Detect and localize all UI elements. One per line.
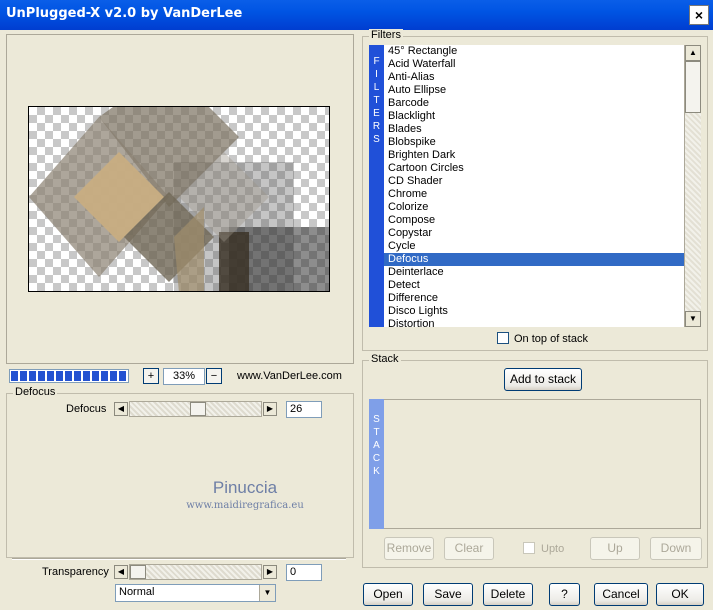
zoom-in-button[interactable]: + — [143, 368, 159, 384]
filter-item[interactable]: Defocus — [384, 253, 684, 266]
vertical-letter: S — [373, 414, 380, 425]
website-link[interactable]: www.VanDerLee.com — [237, 370, 342, 382]
filters-group-label: Filters — [369, 29, 403, 41]
transparency-slider-thumb[interactable] — [130, 565, 146, 579]
remove-button[interactable]: Remove — [384, 537, 434, 560]
filter-item[interactable]: Blades — [384, 123, 684, 136]
transparency-left-arrow[interactable]: ◀ — [114, 565, 128, 579]
filter-item[interactable]: Chrome — [384, 188, 684, 201]
filter-item[interactable]: Auto Ellipse — [384, 84, 684, 97]
vertical-letter: S — [373, 134, 380, 145]
on-top-of-stack-checkbox[interactable] — [497, 332, 509, 344]
upto-label: Upto — [541, 543, 565, 555]
filter-item[interactable]: Barcode — [384, 97, 684, 110]
separator — [12, 558, 346, 560]
scroll-up-arrow[interactable]: ▲ — [685, 45, 701, 61]
stack-list[interactable] — [369, 399, 701, 529]
progress-bar — [9, 369, 129, 383]
window-title: UnPlugged-X v2.0 by VanDerLee — [6, 6, 243, 21]
vertical-letter: A — [373, 440, 380, 451]
vertical-letter: K — [373, 466, 380, 477]
cancel-button[interactable]: Cancel — [594, 583, 648, 606]
defocus-slider-thumb[interactable] — [190, 402, 206, 416]
vertical-letter: R — [372, 121, 381, 132]
parameters-group-label: Defocus — [13, 386, 58, 398]
chevron-down-icon[interactable]: ▼ — [259, 585, 275, 601]
zoom-out-button[interactable]: − — [206, 368, 222, 384]
vertical-letter: T — [373, 427, 380, 438]
on-top-of-stack-label: On top of stack — [514, 333, 588, 345]
defocus-label: Defocus — [66, 403, 107, 415]
watermark-name: Pinuccia — [212, 478, 278, 497]
filter-item[interactable]: Difference — [384, 292, 684, 305]
filter-item[interactable]: Disco Lights — [384, 305, 684, 318]
stack-vertical-label: STACK — [369, 399, 384, 529]
scroll-down-arrow[interactable]: ▼ — [685, 311, 701, 327]
filter-item[interactable]: Distortion — [384, 318, 684, 327]
ok-button[interactable]: OK — [656, 583, 704, 606]
transparency-right-arrow[interactable]: ▶ — [263, 565, 277, 579]
defocus-left-arrow[interactable]: ◀ — [114, 402, 128, 416]
filter-item[interactable]: Brighten Dark — [384, 149, 684, 162]
up-button[interactable]: Up — [590, 537, 640, 560]
delete-button[interactable]: Delete — [483, 583, 533, 606]
filter-item[interactable]: Cartoon Circles — [384, 162, 684, 175]
upto-checkbox[interactable] — [523, 542, 535, 554]
filter-item[interactable]: Detect — [384, 279, 684, 292]
add-to-stack-button[interactable]: Add to stack — [504, 368, 582, 391]
filters-vertical-label: FILTERS — [369, 45, 384, 327]
filter-item[interactable]: Copystar — [384, 227, 684, 240]
save-button[interactable]: Save — [423, 583, 473, 606]
preview-image[interactable] — [28, 106, 330, 292]
title-bar: UnPlugged-X v2.0 by VanDerLee × — [0, 0, 713, 30]
filter-item[interactable]: Deinterlace — [384, 266, 684, 279]
vertical-letter: C — [372, 453, 381, 464]
filter-item[interactable]: Acid Waterfall — [384, 58, 684, 71]
filter-item[interactable]: Anti-Alias — [384, 71, 684, 84]
filters-scrollbar[interactable]: ▲ ▼ — [684, 45, 701, 327]
close-button[interactable]: × — [689, 5, 709, 25]
filter-item[interactable]: Colorize — [384, 201, 684, 214]
vertical-letter: L — [373, 82, 380, 93]
zoom-level: 33% — [163, 368, 205, 385]
help-button[interactable]: ? — [549, 583, 580, 606]
vertical-letter: F — [373, 56, 380, 67]
filter-item[interactable]: 45° Rectangle — [384, 45, 684, 58]
transparency-label: Transparency — [42, 566, 109, 578]
stack-group-label: Stack — [369, 353, 401, 365]
vertical-letter: I — [375, 69, 378, 80]
defocus-right-arrow[interactable]: ▶ — [263, 402, 277, 416]
filter-item[interactable]: CD Shader — [384, 175, 684, 188]
preview-artwork — [29, 107, 329, 291]
filter-item[interactable]: Blobspike — [384, 136, 684, 149]
filter-item[interactable]: Cycle — [384, 240, 684, 253]
blend-mode-value: Normal — [119, 586, 155, 598]
defocus-value[interactable]: 26 — [286, 401, 322, 418]
vertical-letter: T — [373, 95, 380, 106]
transparency-value[interactable]: 0 — [286, 564, 322, 581]
open-button[interactable]: Open — [363, 583, 413, 606]
scroll-thumb[interactable] — [685, 61, 701, 113]
filter-item[interactable]: Blacklight — [384, 110, 684, 123]
transparency-slider[interactable] — [129, 564, 262, 580]
watermark-site: www.maidiregrafica.eu — [186, 500, 304, 511]
blend-mode-select[interactable]: Normal ▼ — [115, 584, 276, 602]
filter-item[interactable]: Compose — [384, 214, 684, 227]
down-button[interactable]: Down — [650, 537, 702, 560]
filters-list[interactable]: 45° Rectangle Acid Waterfall Anti-Alias Aut… — [384, 45, 684, 327]
clear-button[interactable]: Clear — [444, 537, 494, 560]
vertical-letter: E — [373, 108, 380, 119]
